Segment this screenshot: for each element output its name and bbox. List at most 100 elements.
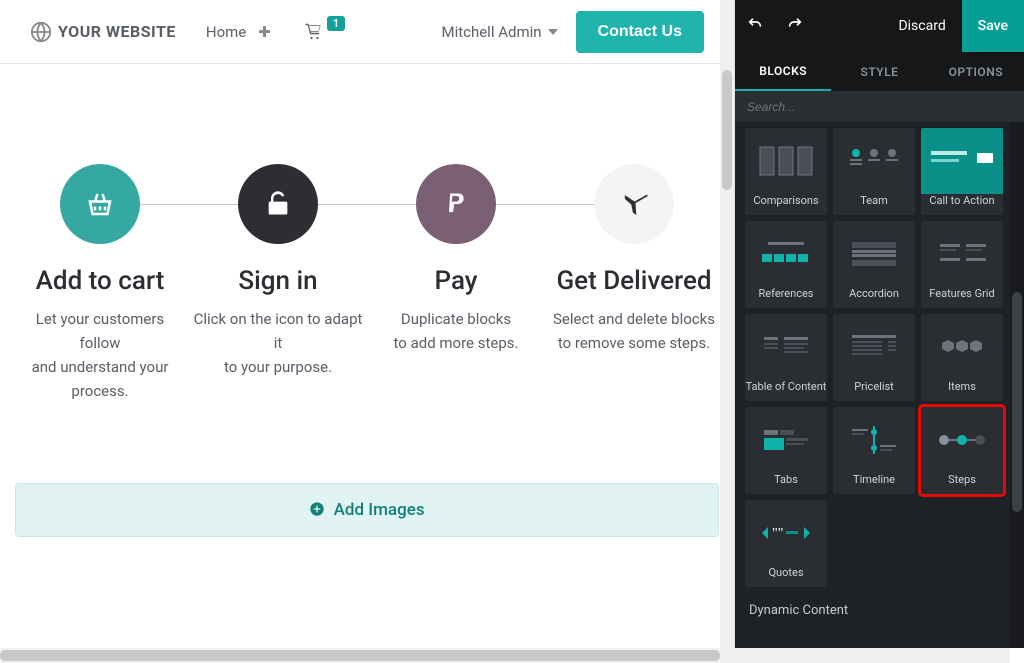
blocks-body: Comparisons Team Call to Action Referenc… <box>735 122 1024 648</box>
panel-scrollbar[interactable] <box>1010 122 1024 648</box>
block-cta[interactable]: Call to Action <box>921 128 1003 215</box>
block-items[interactable]: Items <box>921 314 1003 401</box>
block-features-label: Features Grid <box>929 287 994 300</box>
navbar: YOUR WEBSITE Home ✚ 1 Mitchell Admin Con… <box>0 0 734 64</box>
step-connector-line <box>115 204 619 205</box>
preview-scrollbar[interactable] <box>720 0 734 648</box>
blocks-grid: Comparisons Team Call to Action Referenc… <box>739 126 1024 589</box>
site-logo[interactable]: YOUR WEBSITE <box>30 21 176 43</box>
editor-tabs: BLOCKS STYLE OPTIONS <box>735 52 1024 92</box>
basket-icon <box>60 164 140 244</box>
contact-button[interactable]: Contact Us <box>576 11 704 53</box>
steps-block[interactable]: Add to cart Let your customers follow an… <box>0 64 734 443</box>
nav-links: Home ✚ 1 <box>206 23 345 41</box>
block-items-label: Items <box>948 380 976 393</box>
paypal-icon <box>416 164 496 244</box>
block-tabs[interactable]: Tabs <box>745 407 827 494</box>
undo-button[interactable] <box>735 16 775 36</box>
tabs-icon <box>745 407 827 473</box>
block-pricelist[interactable]: Pricelist <box>833 314 915 401</box>
user-name: Mitchell Admin <box>441 23 541 41</box>
step-1[interactable]: Add to cart Let your customers follow an… <box>15 164 185 403</box>
comparisons-icon <box>745 128 827 194</box>
step-1-title: Add to cart <box>15 266 185 297</box>
panel-scroll-thumb[interactable] <box>1012 292 1022 512</box>
cart-badge: 1 <box>327 16 345 31</box>
block-accordion-label: Accordion <box>849 287 899 300</box>
website-preview: YOUR WEBSITE Home ✚ 1 Mitchell Admin Con… <box>0 0 735 648</box>
add-images-button[interactable]: Add Images <box>15 483 719 537</box>
cart-icon <box>303 23 323 41</box>
block-team-label: Team <box>860 194 888 207</box>
quotes-icon: "" <box>745 500 827 566</box>
unlock-icon <box>238 164 318 244</box>
block-tabs-label: Tabs <box>774 473 798 486</box>
pricelist-icon <box>833 314 915 380</box>
cta-icon <box>921 128 1003 194</box>
step-3[interactable]: Pay Duplicate blocks to add more steps. <box>371 164 541 403</box>
steps-icon <box>921 407 1003 473</box>
redo-icon <box>786 16 804 32</box>
editor-toolbar: Discard Save <box>735 0 1024 52</box>
block-references[interactable]: References <box>745 221 827 308</box>
search-bar <box>735 92 1024 122</box>
chevron-down-icon <box>548 29 558 35</box>
step-1-desc: Let your customers follow and understand… <box>15 307 185 403</box>
toc-icon <box>745 314 827 380</box>
team-icon <box>833 128 915 194</box>
step-2[interactable]: Sign in Click on the icon to adapt it to… <box>193 164 363 403</box>
block-timeline-label: Timeline <box>853 473 895 486</box>
nav-right: Mitchell Admin Contact Us <box>441 11 704 53</box>
globe-icon <box>30 21 52 43</box>
discard-button[interactable]: Discard <box>882 18 961 34</box>
block-comparisons[interactable]: Comparisons <box>745 128 827 215</box>
cart-link[interactable]: 1 <box>303 23 345 41</box>
step-2-desc: Click on the icon to adapt it to your pu… <box>193 307 363 379</box>
block-steps[interactable]: Steps <box>921 407 1003 494</box>
block-quotes[interactable]: "" Quotes <box>745 500 827 587</box>
tab-blocks[interactable]: BLOCKS <box>735 52 831 91</box>
block-timeline[interactable]: Timeline <box>833 407 915 494</box>
plane-icon <box>594 164 674 244</box>
references-icon <box>745 221 827 287</box>
step-2-title: Sign in <box>193 266 363 297</box>
block-comparisons-label: Comparisons <box>753 194 818 207</box>
redo-button[interactable] <box>775 16 815 36</box>
plus-circle-icon <box>309 501 325 517</box>
search-input[interactable] <box>735 92 1024 122</box>
brand-text: YOUR WEBSITE <box>58 22 176 41</box>
items-icon <box>921 314 1003 380</box>
step-4-title: Get Delivered <box>549 266 719 297</box>
block-toc[interactable]: Table of Content <box>745 314 827 401</box>
block-cta-label: Call to Action <box>929 194 994 207</box>
horizontal-scroll-thumb[interactable] <box>0 650 720 661</box>
nav-home[interactable]: Home <box>206 23 246 41</box>
timeline-icon <box>833 407 915 473</box>
dynamic-content-header: Dynamic Content <box>739 589 1024 624</box>
block-team[interactable]: Team <box>833 128 915 215</box>
preview-scroll-thumb[interactable] <box>722 70 732 190</box>
editor-panel: Discard Save BLOCKS STYLE OPTIONS Compar… <box>735 0 1024 648</box>
block-toc-label: Table of Content <box>746 380 827 393</box>
features-icon <box>921 221 1003 287</box>
block-references-label: References <box>759 287 814 300</box>
undo-icon <box>746 16 764 32</box>
step-3-title: Pay <box>371 266 541 297</box>
tab-style[interactable]: STYLE <box>831 52 927 91</box>
step-4[interactable]: Get Delivered Select and delete blocks t… <box>549 164 719 403</box>
block-accordion[interactable]: Accordion <box>833 221 915 308</box>
tab-options[interactable]: OPTIONS <box>928 52 1024 91</box>
block-quotes-label: Quotes <box>768 566 803 579</box>
add-images-label: Add Images <box>334 500 425 520</box>
step-4-desc: Select and delete blocks to remove some … <box>549 307 719 355</box>
block-steps-label: Steps <box>948 473 976 486</box>
accordion-icon <box>833 221 915 287</box>
user-dropdown[interactable]: Mitchell Admin <box>441 23 557 41</box>
save-button[interactable]: Save <box>962 0 1024 52</box>
block-pricelist-label: Pricelist <box>854 380 894 393</box>
block-features[interactable]: Features Grid <box>921 221 1003 308</box>
svg-text:"": "" <box>772 526 783 541</box>
plus-icon[interactable]: ✚ <box>258 23 271 41</box>
horizontal-scrollbar[interactable] <box>0 648 1010 663</box>
step-3-desc: Duplicate blocks to add more steps. <box>371 307 541 355</box>
